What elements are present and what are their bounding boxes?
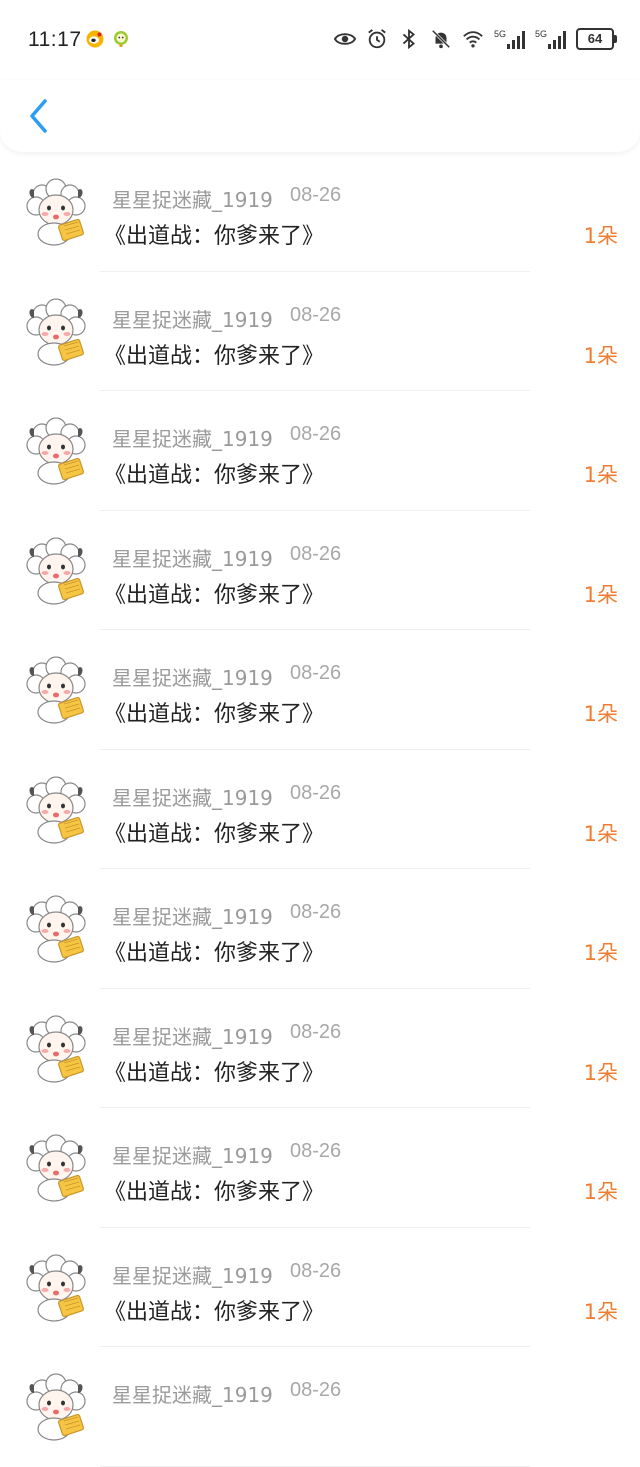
gift-message: 《出道战：你爹来了》: [104, 224, 325, 249]
username[interactable]: 星星捉迷藏_1919: [112, 1379, 273, 1408]
sheep-avatar-icon: [26, 297, 86, 366]
chevron-left-icon: [30, 99, 47, 133]
list-item[interactable]: 星星捉迷藏_1919 08-26 《出道战：你爹来了》 1朵: [0, 750, 640, 869]
avatar[interactable]: [20, 176, 92, 248]
network-type-label: 5G: [493, 29, 506, 39]
username[interactable]: 星星捉迷藏_1919: [112, 543, 273, 572]
record-date: 08-26: [290, 542, 342, 565]
flower-count: 1朵: [583, 941, 618, 965]
battery-indicator: 64: [576, 28, 617, 50]
flower-count: 1朵: [583, 1299, 618, 1324]
list-item[interactable]: 星星捉迷藏_1919 08-26 《出道战：你爹来了》 1朵: [0, 989, 640, 1108]
gift-message: 《出道战：你爹来了》: [104, 463, 325, 488]
list-item[interactable]: 星星捉迷藏_1919 08-26 《出道战：你爹来了》 1朵: [0, 630, 640, 750]
list-item[interactable]: 星星捉迷藏_1919 08-26 《出道战：你爹来了》 1朵: [0, 272, 640, 391]
record-date: 08-26: [290, 1020, 342, 1043]
list-item[interactable]: 星星捉迷藏_1919 08-26 《出道战：你爹来了》 1朵: [0, 152, 640, 272]
list-item[interactable]: 星星捉迷藏_1919 08-26 《出道战：你爹来了》 1朵: [0, 869, 640, 989]
avatar[interactable]: [20, 1252, 92, 1324]
flower-count: 1朵: [583, 224, 618, 248]
sheep-avatar-icon: [26, 1253, 86, 1322]
avatar[interactable]: [20, 1013, 92, 1085]
sheep-avatar-icon: [26, 417, 86, 485]
sheep-avatar-icon: [26, 1014, 86, 1083]
username[interactable]: 星星捉迷藏_1919: [112, 782, 273, 811]
weibo-icon: [86, 30, 104, 48]
record-date: 08-26: [290, 303, 342, 326]
username[interactable]: 星星捉迷藏_1919: [112, 1021, 273, 1050]
mute-bell-icon: [431, 29, 451, 49]
record-date: 08-26: [290, 184, 342, 206]
username[interactable]: 星星捉迷藏_1919: [112, 184, 273, 213]
top-nav-bar: [0, 80, 640, 152]
signal-bars-icon: [506, 29, 525, 49]
gift-message: 《出道战：你爹来了》: [104, 821, 325, 847]
avatar[interactable]: [20, 893, 92, 965]
status-bar: 11:17 5G 5G 64: [0, 0, 640, 80]
list-item[interactable]: 星星捉迷藏_1919 08-26 《出道战：你爹来了》 1朵: [0, 1108, 640, 1228]
gift-message: 《出道战：你爹来了》: [104, 343, 325, 369]
flower-count: 1朵: [583, 1060, 618, 1085]
username[interactable]: 星星捉迷藏_1919: [112, 304, 273, 333]
flower-count: 1朵: [583, 582, 618, 607]
row-divider: [100, 1465, 530, 1467]
avatar[interactable]: [20, 1132, 92, 1204]
username[interactable]: 星星捉迷藏_1919: [112, 423, 273, 452]
system-icons: 5G 5G 64: [333, 28, 617, 50]
username[interactable]: 星星捉迷藏_1919: [112, 1140, 273, 1169]
gift-message: 《出道战：你爹来了》: [104, 1180, 325, 1205]
gift-record-list: 星星捉迷藏_1919 08-26 《出道战：你爹来了》 1朵 星星捉迷藏_191…: [0, 152, 640, 1467]
bluetooth-icon: [402, 28, 415, 50]
gift-message: 《出道战：你爹来了》: [104, 1060, 325, 1086]
list-item[interactable]: 星星捉迷藏_1919 08-26 《出道战：你爹来了》 1朵: [0, 1228, 640, 1347]
back-button[interactable]: [18, 94, 58, 138]
sheep-avatar-icon: [26, 775, 86, 844]
signal-bars-icon: [548, 29, 566, 49]
gift-message: 《出道战：你爹来了》: [104, 702, 325, 727]
list-item[interactable]: 星星捉迷藏_1919 08-26 《出道战：你爹来了》 1朵: [0, 511, 640, 630]
flower-count: 1朵: [583, 343, 618, 368]
avatar[interactable]: [20, 654, 92, 726]
network-type-label: 5G: [534, 29, 547, 39]
gift-message: 《出道战：你爹来了》: [104, 1299, 325, 1325]
sheep-avatar-icon: [26, 1373, 86, 1441]
eye-icon: [333, 33, 356, 45]
avatar[interactable]: [20, 774, 92, 846]
sheep-avatar-icon: [26, 895, 86, 963]
sheep-avatar-icon: [26, 1134, 86, 1202]
flower-count: 1朵: [583, 821, 618, 846]
record-date: 08-26: [290, 781, 342, 804]
gift-message: 《出道战：你爹来了》: [104, 582, 325, 608]
alarm-icon: [368, 29, 386, 49]
record-date: 08-26: [290, 901, 342, 923]
cell-signal-2: 5G: [535, 29, 566, 49]
notification-icons: [86, 30, 130, 48]
list-item[interactable]: 星星捉迷藏_1919 08-26 《出道战：你爹来了》 1朵: [0, 391, 640, 511]
avatar[interactable]: [20, 296, 92, 368]
avatar[interactable]: [20, 415, 92, 487]
record-date: 08-26: [290, 423, 342, 445]
username[interactable]: 星星捉迷藏_1919: [112, 1260, 273, 1289]
record-date: 08-26: [290, 662, 342, 684]
status-time: 11:17: [28, 28, 82, 51]
record-date: 08-26: [290, 1140, 342, 1162]
gift-message: 《出道战：你爹来了》: [104, 941, 325, 966]
username[interactable]: 星星捉迷藏_1919: [112, 901, 273, 930]
flower-count: 1朵: [583, 1180, 618, 1204]
username[interactable]: 星星捉迷藏_1919: [112, 662, 273, 691]
record-date: 08-26: [290, 1379, 342, 1401]
flower-count: 1朵: [583, 702, 618, 726]
sheep-avatar-icon: [26, 656, 86, 724]
flower-count: 1朵: [583, 463, 618, 487]
avatar[interactable]: [20, 1371, 92, 1443]
avatar[interactable]: [20, 535, 92, 607]
sheep-avatar-icon: [26, 178, 86, 246]
record-date: 08-26: [290, 1259, 342, 1282]
sheep-avatar-icon: [26, 536, 86, 605]
app-mascot-icon: [114, 31, 128, 47]
wifi-icon: [463, 31, 483, 48]
cell-signal-1: 5G: [494, 29, 525, 49]
list-item[interactable]: 星星捉迷藏_1919 08-26: [0, 1347, 640, 1467]
